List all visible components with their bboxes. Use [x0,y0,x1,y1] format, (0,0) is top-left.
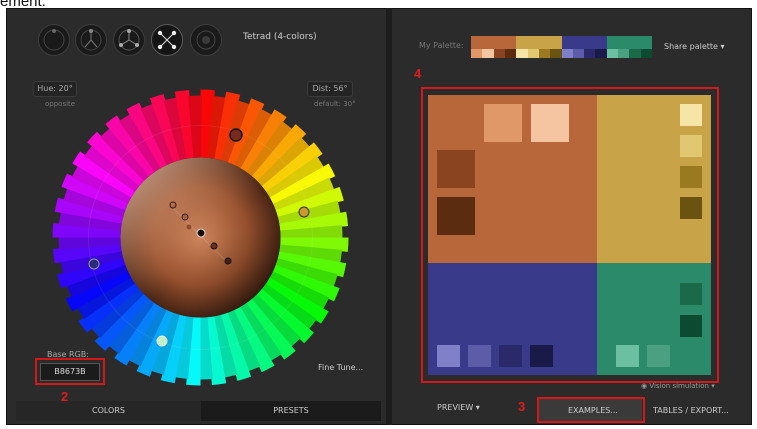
palette-shade-swatch[interactable] [527,49,539,58]
fine-tune-link[interactable]: Fine Tune... [318,363,363,372]
tab-presets[interactable]: PRESETS [201,401,381,421]
palette-group[interactable] [516,36,562,58]
palette-group[interactable] [471,36,517,58]
tetrad-scheme-button[interactable] [151,24,183,56]
preview-menu-label: PREVIEW [437,403,474,412]
palette-shade-swatch[interactable] [572,49,585,58]
palette-shade-swatch[interactable] [493,49,505,58]
palette-shade-swatch[interactable] [606,49,619,58]
mono-scheme-button[interactable] [38,24,70,56]
palette-shade-swatch[interactable] [584,49,596,58]
share-palette-button[interactable]: Share palette ▾ [664,42,725,51]
mono-scheme-icon [43,29,65,51]
callout-4: 4 [414,66,422,81]
callout-box-base-rgb [35,358,105,385]
tables-export-button[interactable]: TABLES / EXPORT... [653,406,729,415]
palette-shade-swatch[interactable] [516,49,528,58]
preview-menu[interactable]: PREVIEW ▾ [437,403,480,412]
tetrad-scheme-icon [157,30,177,50]
eye-icon: ◉ [641,382,648,390]
palette-label: My Palette: [419,41,464,50]
handle-primary[interactable] [229,128,243,142]
palette-main-swatch[interactable] [561,36,607,49]
palette-group[interactable] [561,36,607,58]
color-wheel[interactable] [52,89,349,386]
chevron-down-icon: ▾ [711,382,715,390]
handle-secondary-1[interactable] [298,206,310,218]
tab-colors[interactable]: COLORS [16,401,201,421]
handle-secondary-2[interactable] [88,258,100,270]
palette-shade-swatch[interactable] [538,49,551,58]
palette-strip[interactable] [471,36,652,58]
triad-scheme-icon [118,29,140,51]
scheme-title: Tetrad (4-colors) [243,32,317,42]
palette-shade-swatch[interactable] [561,49,573,58]
palette-shade-swatch[interactable] [640,49,652,58]
chevron-down-icon: ▾ [475,403,480,412]
palette-main-swatch[interactable] [516,36,562,49]
palette-shade-swatch[interactable] [471,49,483,58]
handle-complement[interactable] [156,335,168,347]
palette-shade-swatch[interactable] [504,49,517,58]
palette-main-swatch[interactable] [471,36,517,49]
complement-scheme-icon [80,29,102,51]
palette-main-swatch[interactable] [606,36,652,49]
panel-divider [386,8,392,425]
chevron-down-icon: ▾ [720,42,725,51]
palette-shade-swatch[interactable] [595,49,607,58]
triad-scheme-button[interactable] [113,24,145,56]
palette-shade-swatch[interactable] [550,49,562,58]
share-palette-label: Share palette [664,42,718,51]
vision-simulation-label: Vision simulation [649,382,709,390]
palette-shade-swatch[interactable] [629,49,641,58]
free-scheme-button[interactable] [190,24,222,56]
callout-box-examples [537,397,645,423]
palette-shade-swatch[interactable] [618,49,630,58]
callout-box-preview [421,87,719,383]
free-scheme-icon [196,30,216,50]
complement-scheme-button[interactable] [75,24,107,56]
callout-3: 3 [518,399,526,414]
vision-simulation-button[interactable]: ◉ Vision simulation ▾ [641,382,715,390]
palette-shade-swatch[interactable] [482,49,494,58]
palette-group[interactable] [606,36,652,58]
